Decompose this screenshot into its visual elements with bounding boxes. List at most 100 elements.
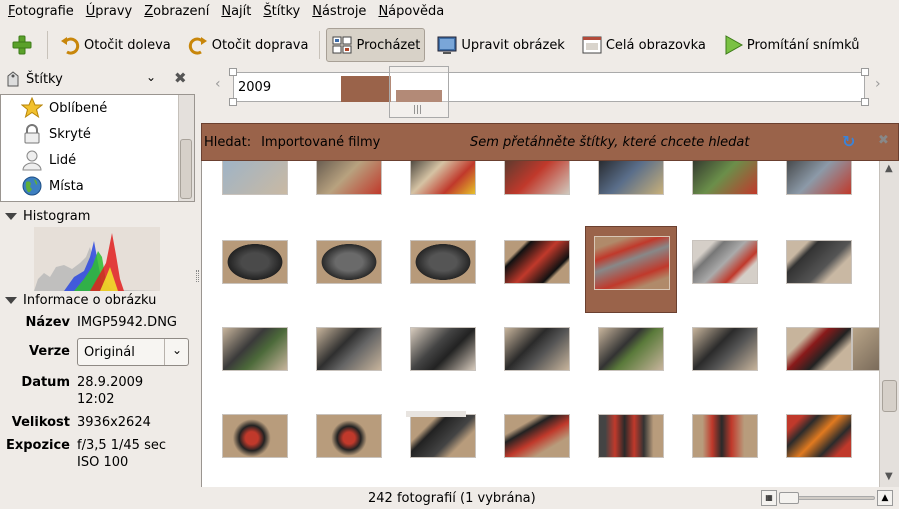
iso-value: ISO 100: [77, 455, 129, 470]
resize-handle[interactable]: [861, 98, 869, 106]
version-select[interactable]: Originál ⌄: [77, 338, 189, 366]
tag-item-favorites[interactable]: Oblíbené: [1, 95, 194, 121]
photo-thumbnail[interactable]: [316, 414, 382, 458]
refresh-icon[interactable]: ↻: [842, 132, 855, 151]
exposure-value: f/3,5 1/45 sec: [77, 438, 167, 453]
scrollbar-thumb[interactable]: [180, 139, 192, 199]
timeline-year: 2009: [238, 80, 272, 95]
menu-najit[interactable]: Najít: [215, 0, 257, 24]
resize-handle[interactable]: [229, 68, 237, 76]
timeline-selection-window[interactable]: |||: [389, 66, 449, 118]
photo-thumbnail-image: [594, 236, 670, 290]
tag-label: Lidé: [49, 152, 77, 168]
tag-item-places[interactable]: Místa: [1, 173, 194, 199]
grid-scrollbar[interactable]: ▲ ▼: [879, 161, 899, 487]
rotate-right-button[interactable]: Otočit doprava: [182, 28, 314, 62]
photo-thumbnail-selected[interactable]: [585, 226, 677, 313]
photo-thumbnail[interactable]: [692, 240, 758, 284]
grip-icon: |||: [413, 105, 423, 115]
zoom-slider-thumb[interactable]: [779, 492, 799, 504]
scroll-up-icon[interactable]: ▲: [885, 163, 893, 174]
import-button[interactable]: [6, 28, 41, 62]
photo-thumbnail[interactable]: [786, 327, 852, 371]
photo-thumbnail[interactable]: [598, 161, 664, 195]
photo-thumbnail[interactable]: [222, 240, 288, 284]
tag-label: Místa: [49, 178, 84, 194]
photo-thumbnail[interactable]: [222, 414, 288, 458]
photo-thumbnail[interactable]: [222, 161, 288, 195]
version-label: Verze: [29, 344, 70, 359]
chevron-left-icon[interactable]: ‹: [215, 76, 221, 92]
menu-stitky[interactable]: Štítky: [257, 0, 306, 24]
sidebar: Štítky ⌄ ✖ Oblíbené Skryté Lidé Místa Hi…: [0, 66, 195, 509]
photo-thumbnail[interactable]: [504, 414, 570, 458]
star-icon: [21, 97, 43, 119]
scrollbar-thumb[interactable]: [882, 380, 897, 412]
photo-thumbnail[interactable]: [786, 161, 852, 195]
photo-thumbnail[interactable]: [598, 414, 664, 458]
tags-title: Štítky: [26, 71, 63, 87]
rotate-left-button[interactable]: Otočit doleva: [54, 28, 176, 62]
search-bar: Hledat: Importované filmy Sem přetáhněte…: [201, 123, 899, 161]
version-value: Originál: [84, 345, 135, 360]
date-label: Datum: [21, 375, 70, 390]
tag-icon: [7, 71, 19, 87]
image-info-header[interactable]: Informace o obrázku: [0, 290, 156, 310]
menu-nastroje[interactable]: Nástroje: [306, 0, 372, 24]
timeline-bar: [341, 76, 391, 102]
photo-thumbnail[interactable]: [410, 240, 476, 284]
histogram-chart: [34, 227, 160, 291]
photo-thumbnail[interactable]: [316, 240, 382, 284]
expander-icon: [5, 212, 17, 220]
resize-handle[interactable]: [229, 98, 237, 106]
chevron-right-icon[interactable]: ›: [875, 76, 881, 92]
photo-thumbnail[interactable]: [222, 327, 288, 371]
status-bar: 242 fotografií (1 vybrána) ▦ ▲: [201, 487, 899, 509]
zoom-in-icon[interactable]: ▲: [877, 490, 893, 506]
expander-icon: [5, 296, 17, 304]
tags-scrollbar[interactable]: [178, 95, 194, 201]
pane-splitter[interactable]: [196, 270, 199, 282]
menu-napoveda[interactable]: Nápověda: [372, 0, 450, 24]
histogram-header[interactable]: Histogram: [0, 206, 90, 226]
search-label: Hledat:: [204, 134, 252, 150]
tag-item-people[interactable]: Lidé: [1, 147, 194, 173]
photo-thumbnail[interactable]: [852, 327, 879, 371]
close-icon[interactable]: ✖: [174, 69, 187, 87]
size-label: Velikost: [11, 415, 70, 430]
photo-placeholder: [406, 411, 466, 417]
photo-thumbnail[interactable]: [316, 161, 382, 195]
photo-thumbnail[interactable]: [316, 327, 382, 371]
photo-thumbnail[interactable]: [786, 414, 852, 458]
photo-thumbnail[interactable]: [410, 414, 476, 458]
edit-button[interactable]: Upravit obrázek: [431, 28, 569, 62]
zoom-out-icon[interactable]: ▦: [761, 490, 777, 506]
timeline-track[interactable]: 2009: [233, 72, 865, 102]
photo-thumbnail[interactable]: [692, 414, 758, 458]
close-icon[interactable]: ✖: [878, 133, 889, 148]
tag-label: Oblíbené: [49, 100, 108, 116]
rotate-right-icon: [188, 37, 207, 55]
menu-upravy[interactable]: Úpravy: [80, 0, 138, 24]
photo-thumbnail[interactable]: [504, 161, 570, 195]
photo-thumbnail[interactable]: [692, 327, 758, 371]
browse-button[interactable]: Procházet: [326, 28, 426, 62]
slideshow-button[interactable]: Promítání snímků: [717, 28, 865, 62]
photo-thumbnail[interactable]: [598, 327, 664, 371]
resize-handle[interactable]: [861, 68, 869, 76]
photo-thumbnail[interactable]: [786, 240, 852, 284]
search-source: Importované filmy: [261, 134, 381, 150]
menu-fotografie[interactable]: Fotografie: [2, 0, 80, 24]
scroll-down-icon[interactable]: ▼: [885, 471, 893, 482]
photo-thumbnail[interactable]: [410, 161, 476, 195]
photo-thumbnail[interactable]: [504, 327, 570, 371]
chevron-down-icon[interactable]: ⌄: [146, 70, 156, 84]
photo-thumbnail[interactable]: [410, 327, 476, 371]
time-value: 12:02: [77, 392, 115, 407]
dropdown-button[interactable]: ⌄: [164, 339, 188, 365]
photo-thumbnail[interactable]: [504, 240, 570, 284]
fullscreen-button[interactable]: Celá obrazovka: [576, 28, 711, 62]
tag-item-hidden[interactable]: Skryté: [1, 121, 194, 147]
menu-zobrazeni[interactable]: Zobrazení: [138, 0, 215, 24]
photo-thumbnail[interactable]: [692, 161, 758, 195]
